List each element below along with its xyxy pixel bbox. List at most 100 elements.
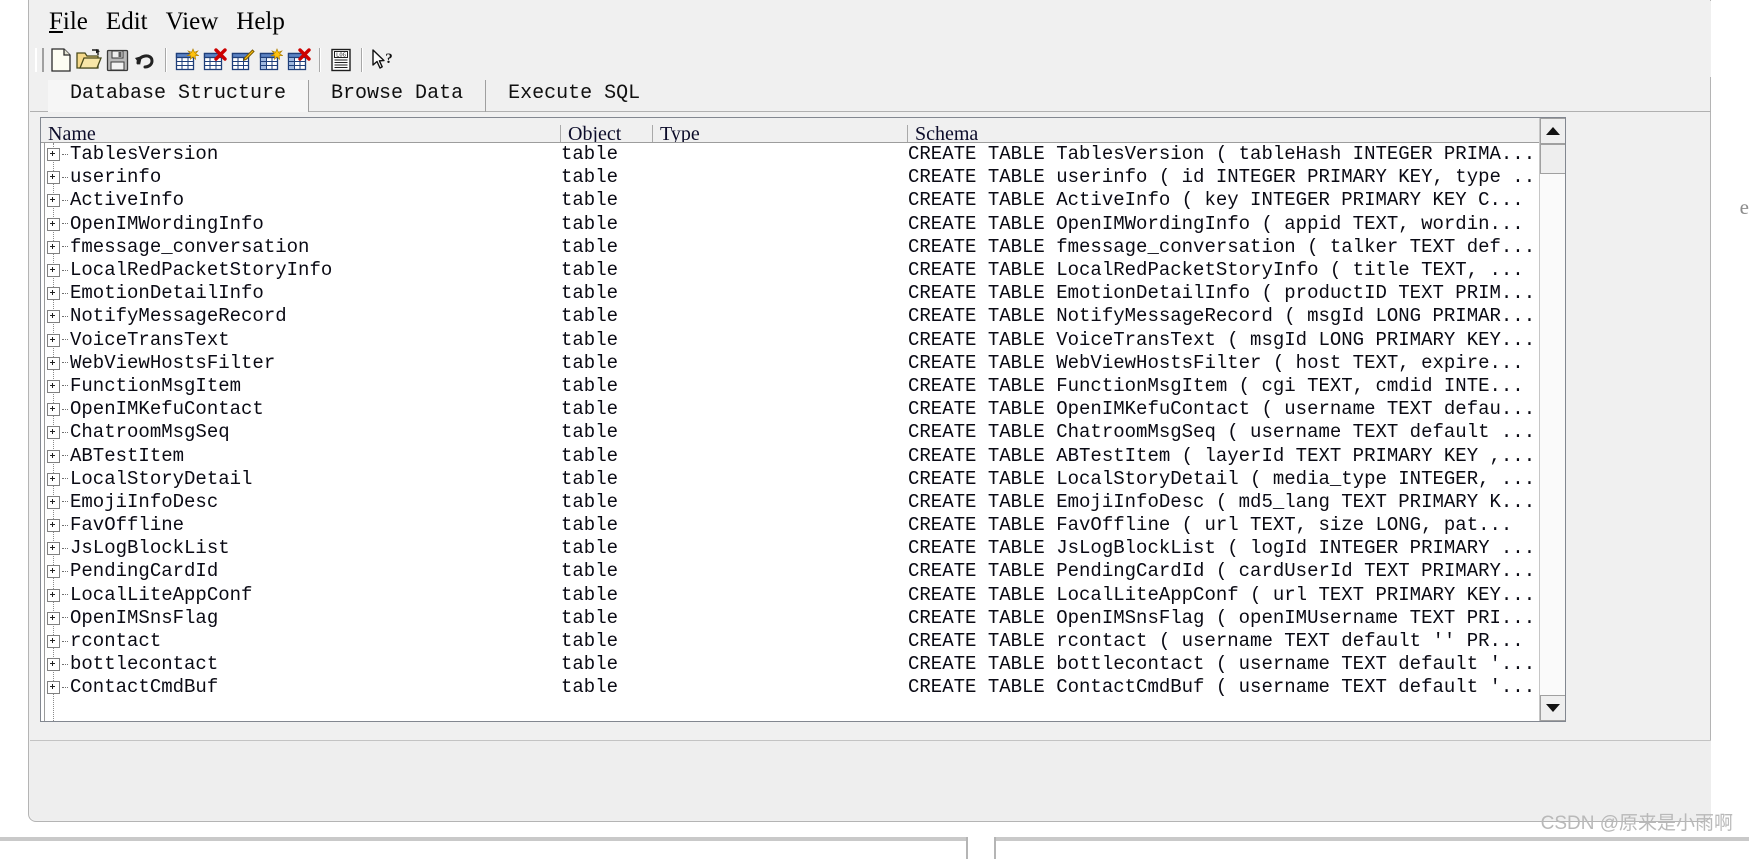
expand-plus-icon[interactable] bbox=[47, 379, 60, 393]
expand-plus-icon[interactable] bbox=[47, 403, 60, 417]
column-header-schema[interactable]: Schema bbox=[908, 125, 1565, 142]
column-header-name[interactable]: Name bbox=[41, 125, 561, 142]
toolbar-delete-index-button[interactable] bbox=[285, 46, 313, 74]
table-cell-object: table bbox=[561, 560, 619, 583]
menu-item-view[interactable]: View bbox=[157, 7, 228, 37]
table-cell-schema: CREATE TABLE OpenIMSnsFlag ( openIMUsern… bbox=[908, 606, 1536, 629]
table-row[interactable]: OpenIMSnsFlag table CREATE TABLE OpenIMSns… bbox=[41, 607, 1565, 630]
table-row[interactable]: VoiceTransText table CREATE TABLE VoiceTra… bbox=[41, 329, 1565, 352]
table-row[interactable]: JsLogBlockList table CREATE TABLE JsLogBlo… bbox=[41, 537, 1565, 560]
scrollbar-up-button[interactable] bbox=[1540, 118, 1565, 144]
table-row[interactable]: OpenIMKefuContact table CREATE TABLE OpenI… bbox=[41, 398, 1565, 421]
table-row[interactable]: bottlecontact table CREATE TABLE bottlecon… bbox=[41, 653, 1565, 676]
expand-plus-icon[interactable] bbox=[47, 519, 60, 533]
expand-plus-icon[interactable] bbox=[47, 240, 60, 254]
expand-plus-icon[interactable] bbox=[47, 472, 60, 486]
expand-plus-icon[interactable] bbox=[47, 565, 60, 579]
table-row[interactable]: LocalRedPacketStoryInfo table CREATE TABLE… bbox=[41, 259, 1565, 282]
table-cell-object: table bbox=[561, 351, 619, 374]
expand-plus-icon[interactable] bbox=[47, 217, 60, 231]
expand-plus-icon[interactable] bbox=[47, 588, 60, 602]
scrollbar-thumb[interactable] bbox=[1540, 144, 1565, 174]
expand-plus-icon[interactable] bbox=[47, 333, 60, 347]
toolbar-revert-changes-button[interactable] bbox=[131, 46, 159, 74]
table-row[interactable]: WebViewHostsFilter table CREATE TABLE WebV… bbox=[41, 352, 1565, 375]
expand-plus-icon[interactable] bbox=[47, 356, 60, 370]
table-cell-object: table bbox=[561, 282, 619, 305]
column-header-type[interactable]: Type bbox=[653, 125, 908, 142]
toolbar-modify-table-button[interactable] bbox=[229, 46, 257, 74]
table-row[interactable]: FavOffline table CREATE TABLE FavOffline (… bbox=[41, 514, 1565, 537]
column-header-object[interactable]: Object bbox=[561, 125, 653, 142]
expand-plus-icon[interactable] bbox=[47, 611, 60, 625]
toolbar-create-index-button[interactable] bbox=[257, 46, 285, 74]
expand-plus-icon[interactable] bbox=[47, 495, 60, 509]
table-row[interactable]: userinfo table CREATE TABLE userinfo ( id … bbox=[41, 166, 1565, 189]
table-cell-schema: CREATE TABLE OpenIMKefuContact ( usernam… bbox=[908, 398, 1536, 421]
table-name-label: TablesVersion bbox=[70, 143, 219, 166]
expand-plus-icon[interactable] bbox=[47, 658, 60, 672]
svg-text:?: ? bbox=[385, 51, 393, 67]
table-row[interactable]: ChatroomMsgSeq table CREATE TABLE Chatroom… bbox=[41, 421, 1565, 444]
menu-help-mnemonic: H bbox=[236, 8, 255, 35]
toolbar-drag-handle[interactable] bbox=[35, 48, 44, 72]
expand-plus-icon[interactable] bbox=[47, 542, 60, 556]
expand-plus-icon[interactable] bbox=[47, 635, 60, 649]
menu-file-rest: ile bbox=[62, 8, 88, 35]
menu-item-file[interactable]: File bbox=[40, 7, 97, 37]
table-cell-schema: CREATE TABLE LocalLiteAppConf ( url TEXT… bbox=[908, 583, 1536, 606]
tree-connector bbox=[62, 640, 68, 643]
tab-database-structure[interactable]: Database Structure bbox=[48, 80, 310, 112]
table-row[interactable]: ABTestItem table CREATE TABLE ABTestItem (… bbox=[41, 444, 1565, 467]
tree-connector bbox=[62, 385, 68, 387]
table-cell-schema: CREATE TABLE bottlecontact ( username TE… bbox=[908, 653, 1536, 676]
table-cell-name: ContactCmdBuf bbox=[41, 676, 561, 699]
tree-connector bbox=[62, 663, 68, 666]
menu-bar: File Edit View Help bbox=[30, 1, 1711, 43]
expand-plus-icon[interactable] bbox=[47, 171, 60, 185]
toolbar-delete-table-button[interactable] bbox=[201, 46, 229, 74]
vertical-scrollbar[interactable] bbox=[1539, 118, 1565, 721]
expand-plus-icon[interactable] bbox=[47, 264, 60, 278]
expand-plus-icon[interactable] bbox=[47, 287, 60, 301]
toolbar-create-table-button[interactable] bbox=[173, 46, 201, 74]
scrollbar-track[interactable] bbox=[1540, 174, 1565, 695]
table-name-label: FunctionMsgItem bbox=[70, 374, 242, 397]
table-row[interactable]: TablesVersion table CREATE TABLE TablesVer… bbox=[41, 143, 1565, 166]
expand-plus-icon[interactable] bbox=[47, 194, 60, 208]
table-row[interactable]: EmotionDetailInfo table CREATE TABLE Emoti… bbox=[41, 282, 1565, 305]
expand-plus-icon[interactable] bbox=[47, 148, 60, 162]
table-cell-schema: CREATE TABLE NotifyMessageRecord ( msgId… bbox=[908, 305, 1536, 328]
toolbar-open-database-button[interactable] bbox=[75, 46, 103, 74]
expand-plus-icon[interactable] bbox=[47, 681, 60, 695]
table-row[interactable]: EmojiInfoDesc table CREATE TABLE EmojiInfo… bbox=[41, 491, 1565, 514]
table-cell-name: EmojiInfoDesc bbox=[41, 491, 561, 514]
table-row[interactable]: fmessage_conversation table CREATE TABLE f… bbox=[41, 236, 1565, 259]
tab-execute-sql[interactable]: Execute SQL bbox=[486, 80, 662, 112]
table-row[interactable]: PendingCardId table CREATE TABLE PendingCa… bbox=[41, 560, 1565, 583]
chevron-down-icon bbox=[1546, 704, 1560, 712]
table-row[interactable]: ContactCmdBuf table CREATE TABLE ContactCm… bbox=[41, 676, 1565, 699]
menu-item-help[interactable]: Help bbox=[227, 7, 294, 37]
expand-plus-icon[interactable] bbox=[47, 426, 60, 440]
expand-plus-icon[interactable] bbox=[47, 449, 60, 463]
undo-icon bbox=[133, 49, 157, 71]
toolbar-whats-this-button[interactable]: ? bbox=[369, 46, 397, 74]
table-row[interactable]: OpenIMWordingInfo table CREATE TABLE OpenI… bbox=[41, 213, 1565, 236]
table-row[interactable]: rcontact table CREATE TABLE rcontact ( use… bbox=[41, 630, 1565, 653]
toolbar-new-database-button[interactable] bbox=[47, 46, 75, 74]
toolbar-write-changes-button[interactable] bbox=[103, 46, 131, 74]
expand-plus-icon[interactable] bbox=[47, 310, 60, 324]
table-row[interactable]: ActiveInfo table CREATE TABLE ActiveInfo (… bbox=[41, 189, 1565, 212]
table-name-label: OpenIMWordingInfo bbox=[70, 212, 264, 235]
table-row[interactable]: NotifyMessageRecord table CREATE TABLE Not… bbox=[41, 305, 1565, 328]
menu-item-edit[interactable]: Edit bbox=[97, 7, 157, 37]
table-row[interactable]: LocalStoryDetail table CREATE TABLE LocalS… bbox=[41, 468, 1565, 491]
scrollbar-down-button[interactable] bbox=[1540, 695, 1565, 721]
table-row[interactable]: FunctionMsgItem table CREATE TABLE Functio… bbox=[41, 375, 1565, 398]
table-row[interactable]: LocalLiteAppConf table CREATE TABLE LocalL… bbox=[41, 584, 1565, 607]
table-cell-name: FavOffline bbox=[41, 514, 561, 537]
toolbar-sql-log-button[interactable]: LOG bbox=[327, 46, 355, 74]
tab-browse-data[interactable]: Browse Data bbox=[309, 80, 487, 112]
toolbar-separator-3 bbox=[361, 48, 363, 72]
